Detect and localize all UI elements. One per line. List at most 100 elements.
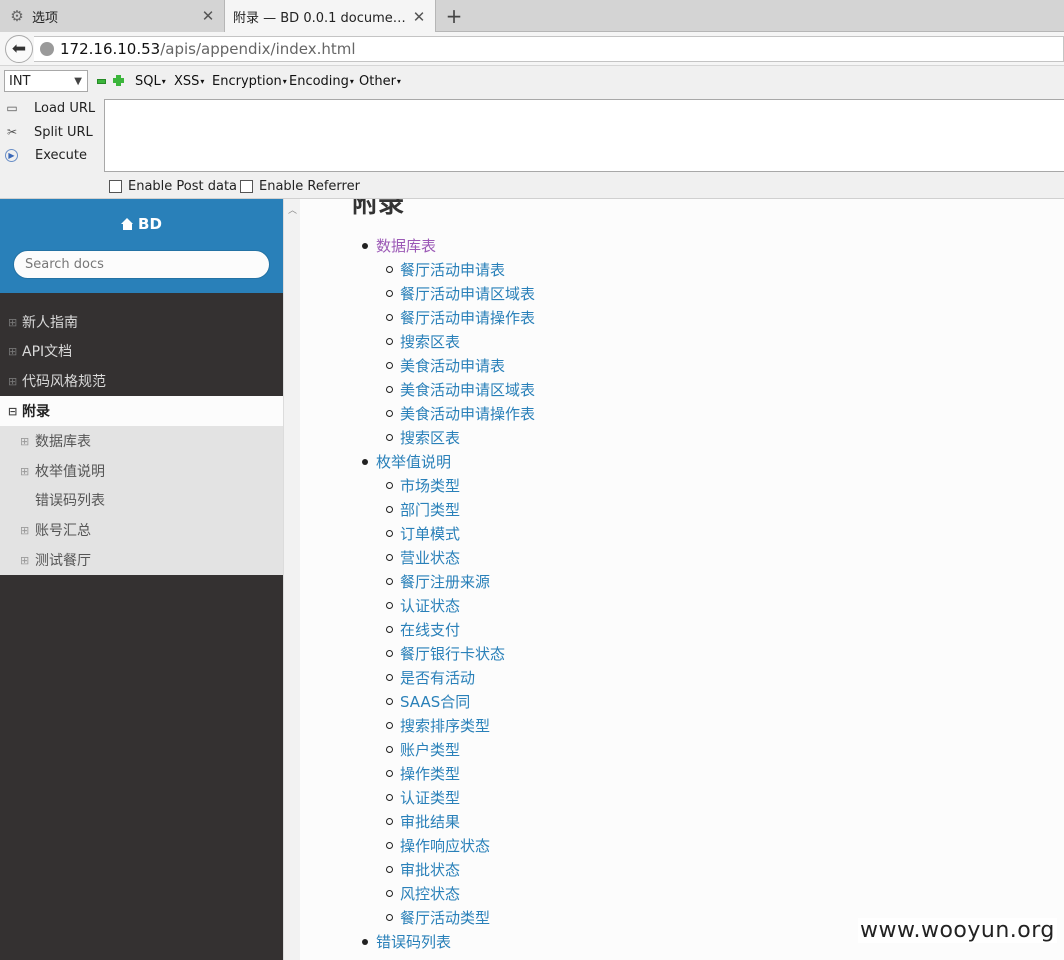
menu-arrow-icon: ▾ (200, 77, 205, 86)
watermark: www.wooyun.org (858, 918, 1057, 943)
toc-item-link[interactable]: 餐厅注册来源 (385, 571, 490, 593)
sidebar-subitem-db-tables[interactable]: ⊞ 数据库表 (0, 426, 283, 456)
menu-arrow-icon: ▾ (282, 77, 287, 86)
menu-arrow-icon: ▾ (161, 77, 166, 86)
docs-sidebar: BD Search docs ⊞ 新人指南 ⊞ API文档 ⊞ 代码风格规范 ⊟ 附录 … (0, 199, 283, 960)
encoding-menu[interactable]: Encoding▾ (289, 74, 354, 89)
chevron-up-icon[interactable]: ︿ (288, 203, 297, 216)
toc-item-link[interactable]: SAAS合同 (385, 691, 470, 713)
address-bar[interactable]: 172.16.10.53/apis/appendix/index.html (34, 36, 1064, 62)
url-path: /apis/appendix/index.html (160, 40, 356, 58)
xss-menu[interactable]: XSS▾ (174, 74, 204, 89)
home-icon (121, 218, 134, 230)
toc-item-link[interactable]: 风控状态 (385, 883, 460, 905)
toc-item-link[interactable]: 美食活动申请操作表 (385, 403, 535, 425)
enable-post-data-checkbox[interactable]: Enable Post data (109, 179, 237, 194)
expand-icon: ⊞ (20, 464, 30, 478)
sidebar-item-api[interactable]: ⊞ API文档 (0, 336, 283, 366)
toc-item-link[interactable]: 审批状态 (385, 859, 460, 881)
toc-item-link[interactable]: 搜索区表 (385, 427, 460, 449)
split-url-button[interactable]: ✂ Split URL (0, 122, 102, 142)
toc-item-link[interactable]: 操作类型 (385, 763, 460, 785)
toc-item-link[interactable]: 部门类型 (385, 499, 460, 521)
collapse-icon: ⊟ (8, 404, 18, 418)
url-host: 172.16.10.53 (60, 40, 161, 58)
close-icon[interactable]: ✕ (411, 8, 427, 26)
brand-link[interactable]: BD (0, 215, 283, 233)
arrow-left-icon: ⬅ (11, 39, 27, 59)
hackbar-toolbar: INT ▼ SQL▾ XSS▾ Encryption▾ Encoding▾ Ot… (0, 66, 1064, 199)
scroll-gutter[interactable]: ︿ (283, 199, 300, 960)
execute-button[interactable]: ▶ Execute (0, 145, 102, 165)
toc-item-link[interactable]: 市场类型 (385, 475, 460, 497)
expand-icon: ⊞ (20, 553, 30, 567)
toc-section-link[interactable]: 枚举值说明 (361, 451, 451, 473)
play-icon: ▶ (5, 148, 18, 162)
toc-item-link[interactable]: 餐厅活动申请区域表 (385, 283, 535, 305)
toc-item-link[interactable]: 美食活动申请区域表 (385, 379, 535, 401)
navigation-bar: 172.16.10.53/apis/appendix/index.html ⬅ (0, 32, 1064, 66)
checkbox-box[interactable] (109, 180, 122, 193)
back-button[interactable]: ⬅ (5, 35, 33, 63)
sql-menu[interactable]: SQL▾ (135, 74, 166, 89)
tab-appendix[interactable]: 附录 — BD 0.0.1 documenta... ✕ (224, 0, 436, 33)
toc-item-link[interactable]: 搜索排序类型 (385, 715, 490, 737)
search-input[interactable]: Search docs (13, 250, 270, 279)
load-url-icon: ▭ (6, 101, 18, 115)
menu-arrow-icon: ▾ (396, 77, 401, 86)
checkbox-box[interactable] (240, 180, 253, 193)
toc-item-link[interactable]: 订单模式 (385, 523, 460, 545)
sidebar-item-appendix[interactable]: ⊟ 附录 (0, 396, 283, 426)
decrement-icon[interactable] (97, 79, 106, 84)
load-url-button[interactable]: ▭ Load URL (0, 98, 102, 118)
toc-item-link[interactable]: 搜索区表 (385, 331, 460, 353)
toc-item-link[interactable]: 在线支付 (385, 619, 460, 641)
globe-icon (40, 42, 54, 56)
toc-item-link[interactable]: 认证状态 (385, 595, 460, 617)
toc-item-link[interactable]: 营业状态 (385, 547, 460, 569)
tab-title: 选项 (32, 10, 59, 26)
new-tab-button[interactable]: + (442, 4, 466, 28)
browser-tab-strip: ⚙ 选项 ✕ 附录 — BD 0.0.1 documenta... ✕ + (0, 0, 1064, 33)
sidebar-subitem-accounts[interactable]: ⊞ 账号汇总 (0, 515, 283, 545)
expand-icon: ⊞ (20, 434, 30, 448)
toc-item-link[interactable]: 美食活动申请表 (385, 355, 505, 377)
sidebar-item-guide[interactable]: ⊞ 新人指南 (0, 307, 283, 337)
encryption-menu[interactable]: Encryption▾ (212, 74, 287, 89)
sidebar-header: BD Search docs (0, 199, 283, 293)
expand-icon: ⊞ (8, 344, 18, 358)
main-content: 附录 数据库表 餐厅活动申请表 餐厅活动申请区域表 餐厅活动申请操作表 搜索区表 美食活动… (300, 199, 1064, 960)
sidebar-subitem-error-codes[interactable]: 错误码列表 (0, 485, 283, 515)
chevron-down-icon: ▼ (74, 76, 82, 87)
tab-options[interactable]: ⚙ 选项 ✕ (0, 0, 224, 32)
gear-icon: ⚙ (10, 7, 24, 25)
toc-item-link[interactable]: 审批结果 (385, 811, 460, 833)
expand-icon: ⊞ (8, 315, 18, 329)
expand-icon: ⊞ (8, 374, 18, 388)
encoding-type-select[interactable]: INT ▼ (4, 70, 88, 92)
toc-item-link[interactable]: 是否有活动 (385, 667, 475, 689)
toc-item-link[interactable]: 餐厅银行卡状态 (385, 643, 505, 665)
toc-item-link[interactable]: 餐厅活动申请操作表 (385, 307, 535, 329)
sidebar-item-style[interactable]: ⊞ 代码风格规范 (0, 366, 283, 396)
toc-item-link[interactable]: 认证类型 (385, 787, 460, 809)
expand-icon: ⊞ (20, 523, 30, 537)
increment-icon[interactable] (113, 75, 124, 86)
toc-item-link[interactable]: 餐厅活动申请表 (385, 259, 505, 281)
enable-referrer-checkbox[interactable]: Enable Referrer (240, 179, 360, 194)
sidebar-subitem-test-restaurant[interactable]: ⊞ 测试餐厅 (0, 545, 283, 575)
toc-section-link[interactable]: 错误码列表 (361, 931, 451, 953)
other-menu[interactable]: Other▾ (359, 74, 401, 89)
menu-arrow-icon: ▾ (349, 77, 354, 86)
close-icon[interactable]: ✕ (200, 7, 216, 25)
page-title: 附录 (352, 199, 405, 219)
toc-item-link[interactable]: 账户类型 (385, 739, 460, 761)
toc-section-link[interactable]: 数据库表 (361, 235, 436, 257)
select-value: INT (9, 73, 31, 89)
sidebar-subitem-enums[interactable]: ⊞ 枚举值说明 (0, 456, 283, 486)
toc-item-link[interactable]: 操作响应状态 (385, 835, 490, 857)
url-textarea[interactable] (104, 99, 1064, 172)
toc-item-link[interactable]: 餐厅活动类型 (385, 907, 490, 929)
tab-title: 附录 — BD 0.0.1 documenta... (233, 11, 411, 26)
scissors-icon: ✂ (6, 125, 18, 139)
